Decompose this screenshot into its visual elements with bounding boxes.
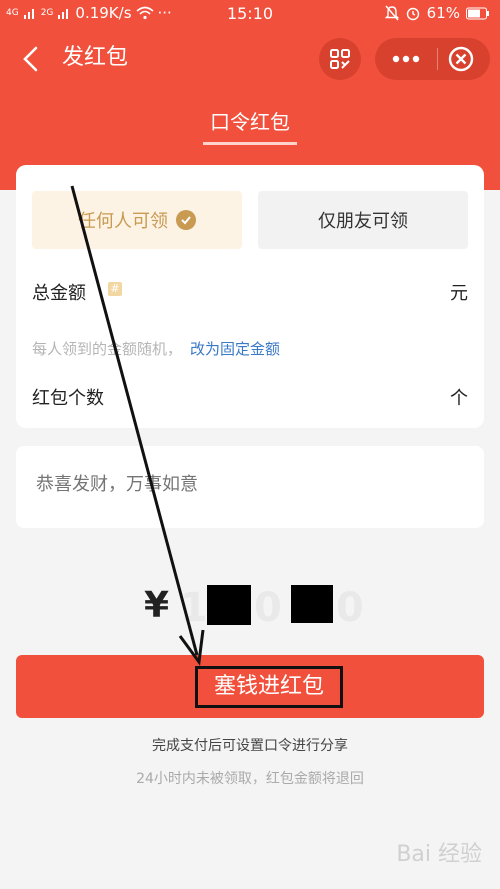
option-friends-only[interactable]: 仅朋友可领 — [258, 191, 468, 249]
packet-count-label: 红包个数 — [32, 388, 104, 409]
packet-form-card: 任何人可领 仅朋友可领 总金额 # 元 每人领到的金额随机， 改为固定金额 红包个… — [16, 165, 484, 428]
alarm-icon — [406, 7, 419, 21]
battery-icon — [466, 7, 489, 19]
battery-percent: 61% — [426, 4, 460, 22]
redaction-block — [291, 585, 333, 623]
amount-digit: 0 — [254, 585, 282, 631]
back-button[interactable] — [18, 42, 46, 76]
scan-icon — [330, 49, 350, 69]
page-title: 发红包 — [62, 45, 129, 70]
close-button[interactable] — [445, 43, 477, 75]
submit-label: 塞钱进红包 — [195, 666, 343, 708]
watermark-logo: Bai 经验 — [396, 842, 482, 867]
greeting-box — [16, 446, 484, 528]
amount-tip: 每人领到的金额随机， 改为固定金额 — [32, 338, 280, 359]
capsule-divider — [437, 48, 438, 70]
tab-underline — [203, 142, 297, 145]
refund-hint: 24小时内未被领取，红包金额将退回 — [136, 771, 364, 787]
share-hint: 完成支付后可设置口令进行分享 — [152, 738, 348, 754]
switch-fixed-amount-link[interactable]: 改为固定金额 — [190, 340, 280, 358]
bell-icon — [384, 5, 399, 21]
amount-digit: 0 — [336, 585, 364, 631]
status-bar: 4G 2G 0.19K/s ··· 15:10 61% — [0, 0, 500, 28]
close-icon — [448, 46, 474, 72]
packet-count-unit: 个 — [450, 388, 468, 409]
option-anyone[interactable]: 任何人可领 — [32, 191, 242, 249]
check-icon — [176, 210, 196, 230]
greeting-input[interactable] — [36, 474, 456, 495]
total-amount-label: 总金额 — [32, 283, 86, 304]
amount-digit: 1 — [180, 585, 208, 631]
menu-capsule — [375, 38, 490, 80]
tab-command-packet[interactable]: 口令红包 — [0, 106, 500, 135]
back-arrow-icon — [23, 46, 38, 72]
submit-button[interactable]: 塞钱进红包 — [16, 655, 484, 718]
pin-icon: # — [108, 282, 122, 296]
option-friends-label: 仅朋友可领 — [318, 211, 408, 232]
scan-button[interactable] — [319, 38, 361, 80]
option-anyone-label: 任何人可领 — [78, 211, 168, 232]
more-icon — [392, 55, 420, 63]
status-time: 15:10 — [226, 4, 274, 23]
currency-symbol: ¥ — [144, 585, 170, 626]
total-amount-unit: 元 — [450, 283, 468, 304]
redaction-block — [207, 585, 251, 625]
amount-tip-text: 每人领到的金额随机， — [32, 340, 183, 358]
more-button[interactable] — [375, 38, 437, 80]
